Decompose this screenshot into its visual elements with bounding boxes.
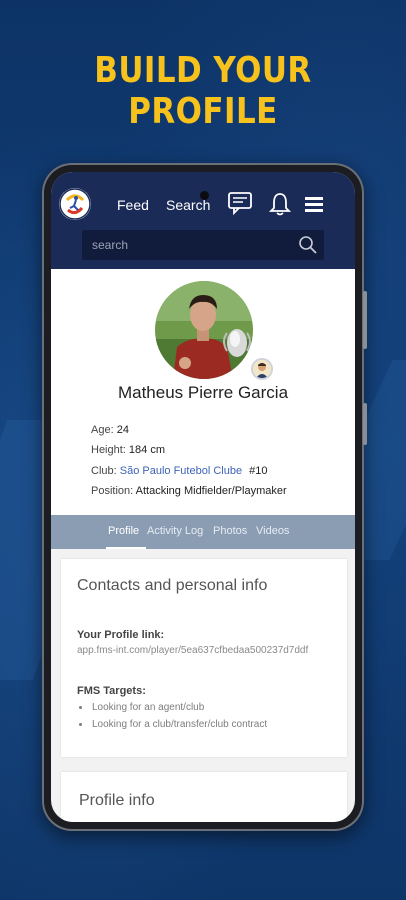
promo-headline: BUILD YOUR PROFILE — [94, 50, 312, 132]
search-icon[interactable] — [298, 235, 318, 260]
age-value: 24 — [116, 424, 129, 436]
profile-club: Club: São Paulo Futebol Clube #10 — [91, 465, 267, 477]
chat-icon[interactable] — [227, 191, 253, 220]
club-link[interactable]: São Paulo Futebol Clube — [120, 465, 242, 477]
phone-frame: Feed Search search Matheus Pierre Garcia… — [42, 163, 367, 831]
profile-link[interactable]: app.fms-int.com/player/5ea637cfbedaa5002… — [77, 645, 317, 657]
club-label: Club: — [91, 465, 117, 477]
profile-tabs: Profile Activity Log Photos Videos — [51, 515, 355, 549]
profile-age: Age: 24 — [91, 424, 129, 436]
profile-header: Matheus Pierre Garcia Age: 24 Height: 18… — [51, 269, 355, 515]
profile-height: Height: 184 cm — [91, 444, 165, 456]
tab-activity-log[interactable]: Activity Log — [147, 525, 203, 537]
search-input[interactable] — [92, 230, 292, 260]
age-label: Age: — [91, 424, 114, 436]
profile-position: Position: Attacking Midfielder/Playmaker — [91, 485, 287, 497]
search-bar — [82, 230, 324, 260]
bullet — [79, 705, 82, 709]
tab-profile[interactable]: Profile — [108, 525, 139, 537]
power-button — [363, 403, 367, 445]
phone-screen: Feed Search search Matheus Pierre Garcia… — [51, 172, 355, 822]
position-value: Attacking Midfielder/Playmaker — [135, 485, 287, 497]
tab-photos[interactable]: Photos — [213, 525, 247, 537]
contacts-title: Contacts and personal info — [77, 577, 268, 594]
height-value: 184 cm — [128, 444, 165, 456]
front-camera — [200, 191, 209, 200]
target-text: Looking for an agent/club — [92, 702, 205, 713]
shirt-number: #10 — [249, 465, 268, 477]
contacts-card: Contacts and personal info Your Profile … — [61, 559, 347, 757]
target-item: Looking for an agent/club — [79, 702, 204, 713]
profile-name: Matheus Pierre Garcia — [117, 383, 289, 402]
target-text: Looking for a club/transfer/club contrac… — [92, 719, 268, 730]
targets-label: FMS Targets: — [77, 685, 146, 697]
active-tab-indicator — [106, 547, 146, 549]
app-logo[interactable] — [59, 188, 91, 220]
bullet — [79, 722, 82, 726]
target-item: Looking for a club/transfer/club contrac… — [79, 719, 267, 730]
volume-button — [363, 291, 367, 349]
profile-link-label: Your Profile link: — [77, 629, 165, 641]
height-label: Height: — [91, 444, 126, 456]
profile-info-title: Profile info — [79, 792, 155, 809]
bell-icon[interactable] — [268, 191, 292, 222]
profile-badge-icon — [251, 358, 273, 380]
profile-avatar[interactable] — [155, 281, 253, 379]
hamburger-menu-icon[interactable] — [304, 195, 324, 218]
profile-info-card: Profile info — [61, 772, 347, 822]
app-header: Feed Search — [51, 172, 355, 269]
tab-videos[interactable]: Videos — [256, 525, 289, 537]
nav-feed[interactable]: Feed — [117, 197, 149, 213]
position-label: Position: — [91, 485, 134, 497]
